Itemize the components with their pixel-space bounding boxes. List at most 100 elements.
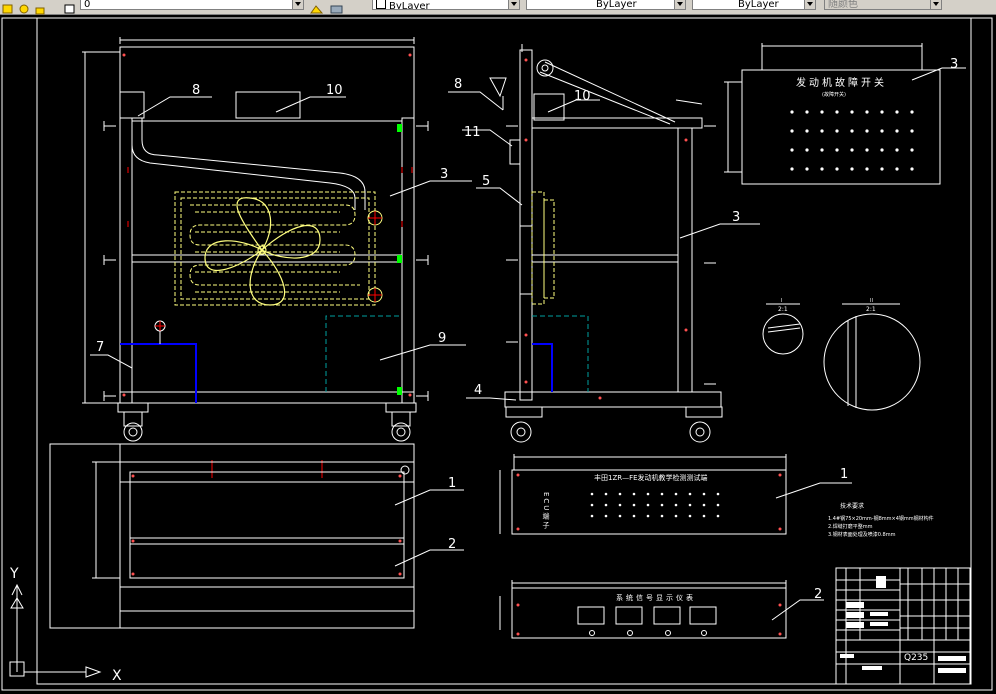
fault-switch-hole bbox=[865, 129, 869, 133]
fault-switch-hole bbox=[835, 110, 839, 114]
layer-previous-icon[interactable] bbox=[330, 0, 343, 14]
fuel-tank-blue bbox=[120, 320, 197, 403]
tech-req-line-1: 1.4#钢75×20mm-钢8mm×4钢mm钢材构件 bbox=[828, 515, 934, 522]
lineweight-dropdown-value: ByLayer bbox=[738, 0, 779, 10]
label-front-10: 10 bbox=[326, 83, 343, 98]
ecu-terminal-pin bbox=[632, 514, 636, 518]
fault-switch-hole bbox=[880, 148, 884, 152]
ecu-terminal-pin bbox=[646, 514, 650, 518]
label-side-8: 8 bbox=[454, 77, 462, 92]
fault-switch-hole bbox=[850, 129, 854, 133]
ecu-terminal-pin bbox=[674, 492, 678, 496]
fault-switch-hole bbox=[865, 110, 869, 114]
label-side-4: 4 bbox=[474, 383, 482, 398]
signal-display-panel bbox=[499, 580, 824, 639]
switch-panel-title: 发动机故障开关 bbox=[796, 76, 887, 89]
fault-switch-hole bbox=[790, 129, 794, 133]
fault-switch-hole bbox=[850, 148, 854, 152]
label-side-5: 5 bbox=[482, 174, 490, 189]
ecu-terminal-pin bbox=[660, 514, 664, 518]
layer-freeze-icon[interactable] bbox=[18, 0, 30, 14]
label-side-11: 11 bbox=[464, 125, 481, 140]
ecu-terminal-pin bbox=[590, 503, 594, 507]
chevron-down-icon[interactable] bbox=[930, 0, 941, 9]
detail-I-label: I bbox=[781, 298, 782, 304]
fault-switch-hole bbox=[820, 167, 824, 171]
top-view bbox=[49, 443, 464, 629]
material-label: Q235 bbox=[904, 653, 928, 663]
detail-I-scale: 2:1 bbox=[778, 306, 788, 313]
ecu-terminal-pin bbox=[618, 503, 622, 507]
detail-II-scale: 2:1 bbox=[866, 306, 876, 313]
make-current-layer-icon[interactable] bbox=[310, 0, 324, 14]
layer-color-swatch-icon[interactable] bbox=[64, 0, 76, 14]
fault-switch-hole bbox=[820, 129, 824, 133]
chevron-down-icon[interactable] bbox=[292, 0, 303, 9]
side-red-markers bbox=[524, 58, 688, 400]
fault-switch-hole bbox=[805, 167, 809, 171]
label-side-3: 3 bbox=[732, 210, 740, 225]
detail-views bbox=[762, 303, 921, 411]
ecu-terminal-pin bbox=[660, 503, 664, 507]
ecu-terminal-pin bbox=[632, 503, 636, 507]
sheet-inner-border bbox=[36, 17, 972, 685]
side-ecu-bracket bbox=[531, 191, 555, 305]
fault-switch-hole bbox=[880, 110, 884, 114]
ecu-terminal-pin bbox=[716, 503, 720, 507]
tech-req-line-3: 3.钢材表面处理及喷漆0.8mm bbox=[828, 531, 896, 538]
layer-dropdown-value: 0 bbox=[84, 0, 91, 10]
color-dropdown[interactable]: ByLayer bbox=[372, 0, 520, 10]
fault-switch-hole bbox=[880, 129, 884, 133]
lineweight-dropdown[interactable]: ByLayer bbox=[692, 0, 816, 10]
plotstyle-dropdown[interactable]: 随颜色 bbox=[824, 0, 942, 10]
fault-switch-panel bbox=[724, 43, 966, 185]
fault-switch-hole bbox=[895, 167, 899, 171]
label-front-9: 9 bbox=[438, 331, 446, 346]
drawing-canvas[interactable]: 8 10 3 7 9 1 2 8 10 11 5 3 4 3 发动机故障开关 (… bbox=[0, 14, 996, 694]
fault-switch-hole bbox=[835, 167, 839, 171]
fault-switch-hole bbox=[835, 148, 839, 152]
ecu-terminal-pin bbox=[590, 492, 594, 496]
label-front-7: 7 bbox=[96, 340, 104, 355]
fault-switch-hole bbox=[895, 129, 899, 133]
fault-switch-hole bbox=[805, 110, 809, 114]
ecu-terminal-pin bbox=[618, 492, 622, 496]
chevron-down-icon[interactable] bbox=[674, 0, 685, 9]
chevron-down-icon[interactable] bbox=[508, 0, 519, 9]
layer-lock-icon[interactable] bbox=[34, 0, 46, 15]
ecu-terminal-pin bbox=[688, 503, 692, 507]
ecu-terminal-pin bbox=[702, 492, 706, 496]
radiator-assembly bbox=[174, 191, 376, 306]
switch-grid bbox=[790, 110, 914, 171]
ecu-terminal-pin bbox=[674, 514, 678, 518]
layer-state-icon[interactable] bbox=[2, 0, 14, 14]
label-side-10: 10 bbox=[574, 89, 591, 104]
label-top-1: 1 bbox=[448, 476, 456, 491]
switch-panel-subtitle: (故障开关) bbox=[822, 91, 846, 98]
fault-switch-hole bbox=[880, 167, 884, 171]
fault-switch-hole bbox=[910, 129, 914, 133]
fault-switch-hole bbox=[865, 167, 869, 171]
sheet-outer-border bbox=[1, 17, 993, 691]
fault-switch-hole bbox=[895, 110, 899, 114]
label-signal-2: 2 bbox=[814, 587, 822, 602]
side-leaders bbox=[448, 91, 760, 401]
ecu-terminal-pin bbox=[590, 514, 594, 518]
title-block-text-fills bbox=[840, 576, 966, 673]
ecu-terminal-pin bbox=[716, 514, 720, 518]
label-front-8: 8 bbox=[192, 83, 200, 98]
plotstyle-dropdown-value: 随颜色 bbox=[828, 0, 858, 10]
ecu-terminal-pin bbox=[604, 503, 608, 507]
fault-switch-hole bbox=[805, 148, 809, 152]
chevron-down-icon[interactable] bbox=[804, 0, 815, 9]
battery-box-cyan bbox=[325, 315, 402, 392]
ecu-terminal-pin bbox=[660, 492, 664, 496]
fault-switch-hole bbox=[910, 148, 914, 152]
layer-dropdown[interactable]: 0 bbox=[80, 0, 304, 10]
ecu-terminal-pin bbox=[688, 492, 692, 496]
tech-req-line-2: 2.焊缝打磨平整mm bbox=[828, 523, 873, 530]
linetype-dropdown[interactable]: ByLayer bbox=[526, 0, 686, 10]
fault-switch-hole bbox=[820, 110, 824, 114]
signal-panel-title: 系统信号显示仪表 bbox=[616, 593, 696, 602]
color-dropdown-value: ByLayer bbox=[389, 1, 430, 10]
